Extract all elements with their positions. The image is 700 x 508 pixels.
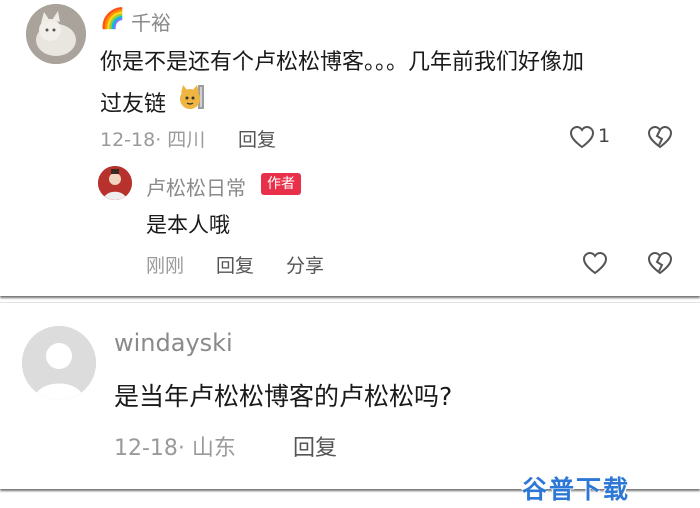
like-count: 1 [598, 125, 611, 147]
cat-emoji-icon [178, 83, 206, 111]
comment-meta: 刚刚 [146, 255, 185, 277]
reply-button[interactable]: 回复 [216, 251, 254, 278]
avatar[interactable] [22, 326, 96, 400]
username[interactable]: 卢松松日常 [146, 172, 246, 201]
rainbow-icon: 🌈 [100, 6, 125, 30]
comment-meta: 12-18· 四川 [100, 129, 206, 151]
share-button[interactable]: 分享 [286, 251, 324, 278]
username[interactable]: windayski [114, 329, 233, 357]
watermark: 谷普下载 [522, 475, 631, 504]
reply-button[interactable]: 回复 [293, 430, 337, 462]
heart-icon[interactable] [567, 123, 597, 151]
comment-card: 🌈 千裕 你是不是还有个卢松松博客。。。几年前我们好像加 过友链 12-18· … [0, 0, 700, 296]
username[interactable]: 千裕 [131, 7, 171, 36]
heart-icon[interactable] [580, 249, 610, 277]
avatar[interactable] [26, 4, 86, 64]
reply-text: 是本人哦 [146, 213, 230, 237]
comment-text-line: 你是不是还有个卢松松博客。。。几年前我们好像加 [100, 50, 585, 75]
reply-button[interactable]: 回复 [238, 125, 276, 152]
avatar[interactable] [98, 166, 132, 200]
comment-text: 是当年卢松松博客的卢松松吗? [114, 382, 453, 411]
comment-text-line: 过友链 [100, 92, 167, 117]
comment-card: windayski 是当年卢松松博客的卢松松吗? 12-18· 山东 回复 [0, 302, 700, 489]
comment-meta: 12-18· 山东 [114, 436, 236, 461]
broken-heart-icon[interactable] [645, 123, 675, 151]
broken-heart-icon[interactable] [645, 249, 675, 277]
author-badge: 作者 [261, 173, 301, 195]
